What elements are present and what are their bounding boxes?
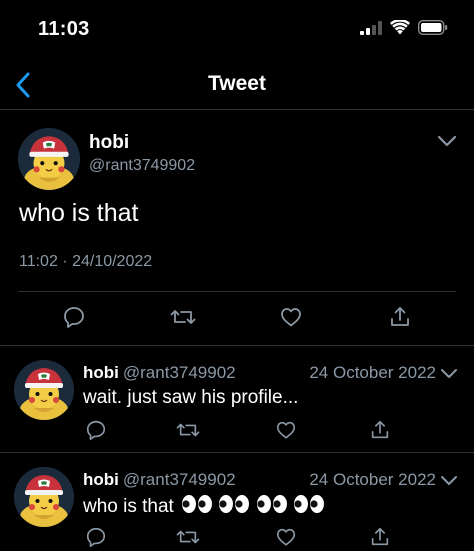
reply-header: hobi @rant3749902 (83, 363, 236, 383)
like-icon (276, 421, 296, 439)
avatar[interactable] (18, 128, 80, 190)
avatar[interactable] (14, 467, 74, 527)
display-name[interactable]: hobi (83, 470, 119, 489)
tweet-timestamp[interactable]: 11:02 · 24/10/2022 (19, 253, 152, 271)
eyes-emoji-icon (182, 495, 213, 513)
like-button[interactable] (278, 304, 304, 330)
tweet-actions (0, 417, 474, 445)
tweet-actions (0, 304, 474, 334)
battery-icon (418, 20, 448, 35)
share-icon (371, 420, 389, 439)
share-icon (391, 307, 409, 326)
tweet-text: wait. just saw his profile... (83, 387, 299, 408)
retweet-button[interactable] (175, 524, 201, 550)
more-options-button[interactable] (438, 362, 460, 384)
tweet-text: who is that (19, 199, 139, 227)
reply-button[interactable] (61, 304, 87, 330)
pikachu-avatar-image (18, 128, 80, 190)
more-options-button[interactable] (438, 469, 460, 491)
reply-button[interactable] (83, 524, 109, 550)
cellular-signal-icon (360, 20, 382, 35)
eyes-emoji (293, 495, 325, 519)
pikachu-avatar-image (14, 360, 74, 420)
eyes-emoji (181, 495, 213, 519)
share-icon (371, 527, 389, 546)
share-button[interactable] (367, 417, 393, 443)
tweet-text: who is that (83, 494, 325, 520)
retweet-icon (176, 423, 200, 437)
status-bar: 11:03 (0, 0, 474, 60)
reply-button[interactable] (83, 417, 109, 443)
display-name[interactable]: hobi (89, 132, 129, 154)
reply-tweet[interactable]: hobi @rant3749902 24 October 2022 wait. j… (0, 346, 474, 453)
reply-tweet[interactable]: hobi @rant3749902 24 October 2022 who is … (0, 453, 474, 551)
display-name[interactable]: hobi (83, 363, 119, 382)
status-time: 11:03 (38, 18, 90, 40)
reply-icon (86, 527, 106, 547)
tweet-text-content: who is that (83, 496, 174, 517)
like-icon (276, 528, 296, 546)
reply-header: hobi @rant3749902 (83, 470, 236, 490)
reply-date[interactable]: 24 October 2022 (309, 363, 436, 383)
eyes-emoji-icon (219, 495, 250, 513)
retweet-button[interactable] (170, 304, 196, 330)
more-options-button[interactable] (434, 128, 460, 154)
main-tweet[interactable]: hobi @rant3749902 who is that 11:02 · 24… (0, 110, 474, 346)
share-button[interactable] (387, 304, 413, 330)
user-handle[interactable]: @rant3749902 (123, 363, 236, 382)
like-button[interactable] (273, 417, 299, 443)
status-icons (360, 20, 448, 35)
chevron-down-icon (441, 476, 457, 485)
nav-bar: Tweet (0, 60, 474, 110)
page-title: Tweet (208, 72, 266, 95)
eyes-emoji-icon (256, 495, 287, 513)
chevron-down-icon (441, 369, 457, 378)
eyes-emoji-group (181, 494, 325, 520)
pikachu-avatar-image (14, 467, 74, 527)
retweet-icon (170, 310, 196, 324)
eyes-emoji (256, 495, 288, 519)
like-button[interactable] (273, 524, 299, 550)
retweet-button[interactable] (175, 417, 201, 443)
divider (18, 291, 456, 292)
like-icon (281, 308, 301, 327)
retweet-icon (176, 530, 200, 544)
reply-icon (64, 307, 84, 328)
tweet-actions (0, 524, 474, 551)
eyes-emoji (218, 495, 250, 519)
user-handle[interactable]: @rant3749902 (123, 470, 236, 489)
reply-icon (86, 420, 106, 440)
chevron-down-icon (437, 135, 457, 147)
user-handle[interactable]: @rant3749902 (89, 157, 195, 175)
reply-date[interactable]: 24 October 2022 (309, 470, 436, 490)
share-button[interactable] (367, 524, 393, 550)
wifi-icon (390, 20, 410, 35)
avatar[interactable] (14, 360, 74, 420)
eyes-emoji-icon (293, 495, 324, 513)
